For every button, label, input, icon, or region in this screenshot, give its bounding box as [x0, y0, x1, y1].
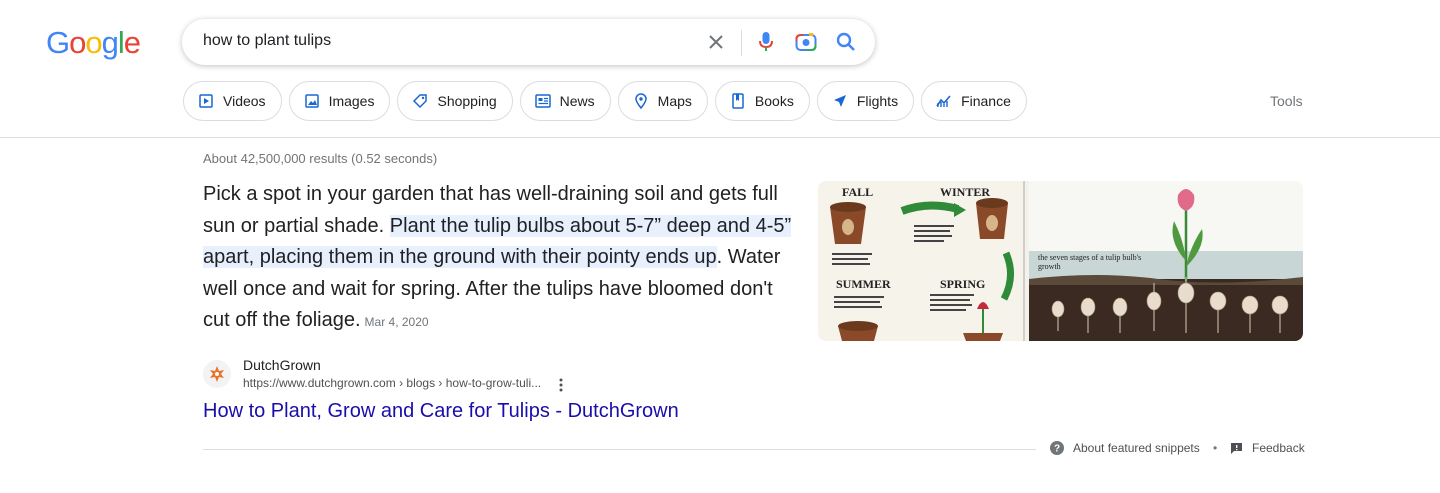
logo-letter: G [46, 25, 70, 60]
filter-videos[interactable]: Videos [183, 81, 282, 121]
season-spring: SPRING [940, 277, 985, 291]
filter-label: News [559, 93, 595, 109]
filter-label: Maps [657, 93, 692, 109]
filter-finance[interactable]: Finance [921, 81, 1027, 121]
season-fall: FALL [842, 185, 873, 199]
filter-books[interactable]: Books [714, 81, 810, 121]
feedback-label: Feedback [1252, 441, 1305, 455]
logo-letter: e [123, 25, 141, 60]
image-icon [304, 93, 320, 109]
book-icon [730, 93, 746, 109]
filter-images[interactable]: Images [288, 81, 391, 121]
feedback-icon [1229, 441, 1243, 455]
filter-label: Flights [856, 93, 899, 109]
logo-letter: g [101, 25, 119, 60]
search-icon[interactable] [834, 30, 858, 54]
image-caption-line1: the seven stages of a tulip bulb's [1038, 253, 1141, 262]
logo-letter: o [85, 25, 102, 60]
snippet-images[interactable]: FALL WINTER SUMMER SPRING the seven stag… [818, 181, 1303, 341]
filter-label: Shopping [437, 93, 497, 109]
footer-separator: • [1213, 441, 1218, 455]
header-divider [0, 137, 1440, 138]
search-divider [741, 30, 742, 56]
play-icon [198, 93, 214, 109]
clear-icon[interactable] [704, 30, 728, 54]
chart-icon [936, 93, 952, 109]
svg-text:?: ? [1054, 444, 1060, 455]
filter-label: Books [754, 93, 794, 109]
search-box[interactable]: how to plant tulips [182, 19, 875, 65]
feedback-button[interactable]: Feedback [1229, 441, 1305, 455]
about-label: About featured snippets [1073, 441, 1200, 455]
filter-label: Videos [223, 93, 266, 109]
camera-lens-icon[interactable] [794, 30, 818, 54]
result-title-link[interactable]: How to Plant, Grow and Care for Tulips -… [203, 400, 679, 423]
google-logo[interactable]: Google [46, 25, 141, 60]
filter-shopping[interactable]: Shopping [397, 81, 513, 121]
search-filters: Videos Images Shopping News Maps Books F… [183, 81, 1027, 121]
tulip-images: FALL WINTER SUMMER SPRING the seven stag… [818, 181, 1303, 341]
snippet-divider [203, 449, 1036, 450]
tools-button[interactable]: Tools [1270, 93, 1303, 109]
microphone-icon[interactable] [754, 30, 778, 54]
dutchgrown-favicon [203, 360, 231, 388]
more-options-icon[interactable] [555, 377, 567, 393]
season-summer: SUMMER [836, 277, 891, 291]
filter-maps[interactable]: Maps [617, 81, 708, 121]
airplane-icon [832, 93, 848, 109]
filter-news[interactable]: News [519, 81, 611, 121]
image-caption-line2: growth [1038, 262, 1061, 271]
filter-flights[interactable]: Flights [816, 81, 915, 121]
snippet-date: Mar 4, 2020 [364, 315, 429, 329]
help-icon: ? [1050, 441, 1064, 455]
tag-icon [412, 93, 428, 109]
newspaper-icon [534, 93, 551, 109]
result-stats: About 42,500,000 results (0.52 seconds) [203, 151, 438, 166]
filter-label: Finance [961, 93, 1011, 109]
map-pin-icon [633, 93, 649, 109]
filter-label: Images [328, 93, 375, 109]
featured-snippet-text: Pick a spot in your garden that has well… [203, 179, 803, 339]
source-name: DutchGrown [243, 357, 321, 373]
about-featured-snippets[interactable]: ? About featured snippets [1050, 441, 1200, 455]
search-input[interactable]: how to plant tulips [203, 32, 331, 50]
source-url: https://www.dutchgrown.com › blogs › how… [243, 376, 542, 390]
logo-letter: o [69, 25, 86, 60]
season-winter: WINTER [940, 185, 990, 199]
